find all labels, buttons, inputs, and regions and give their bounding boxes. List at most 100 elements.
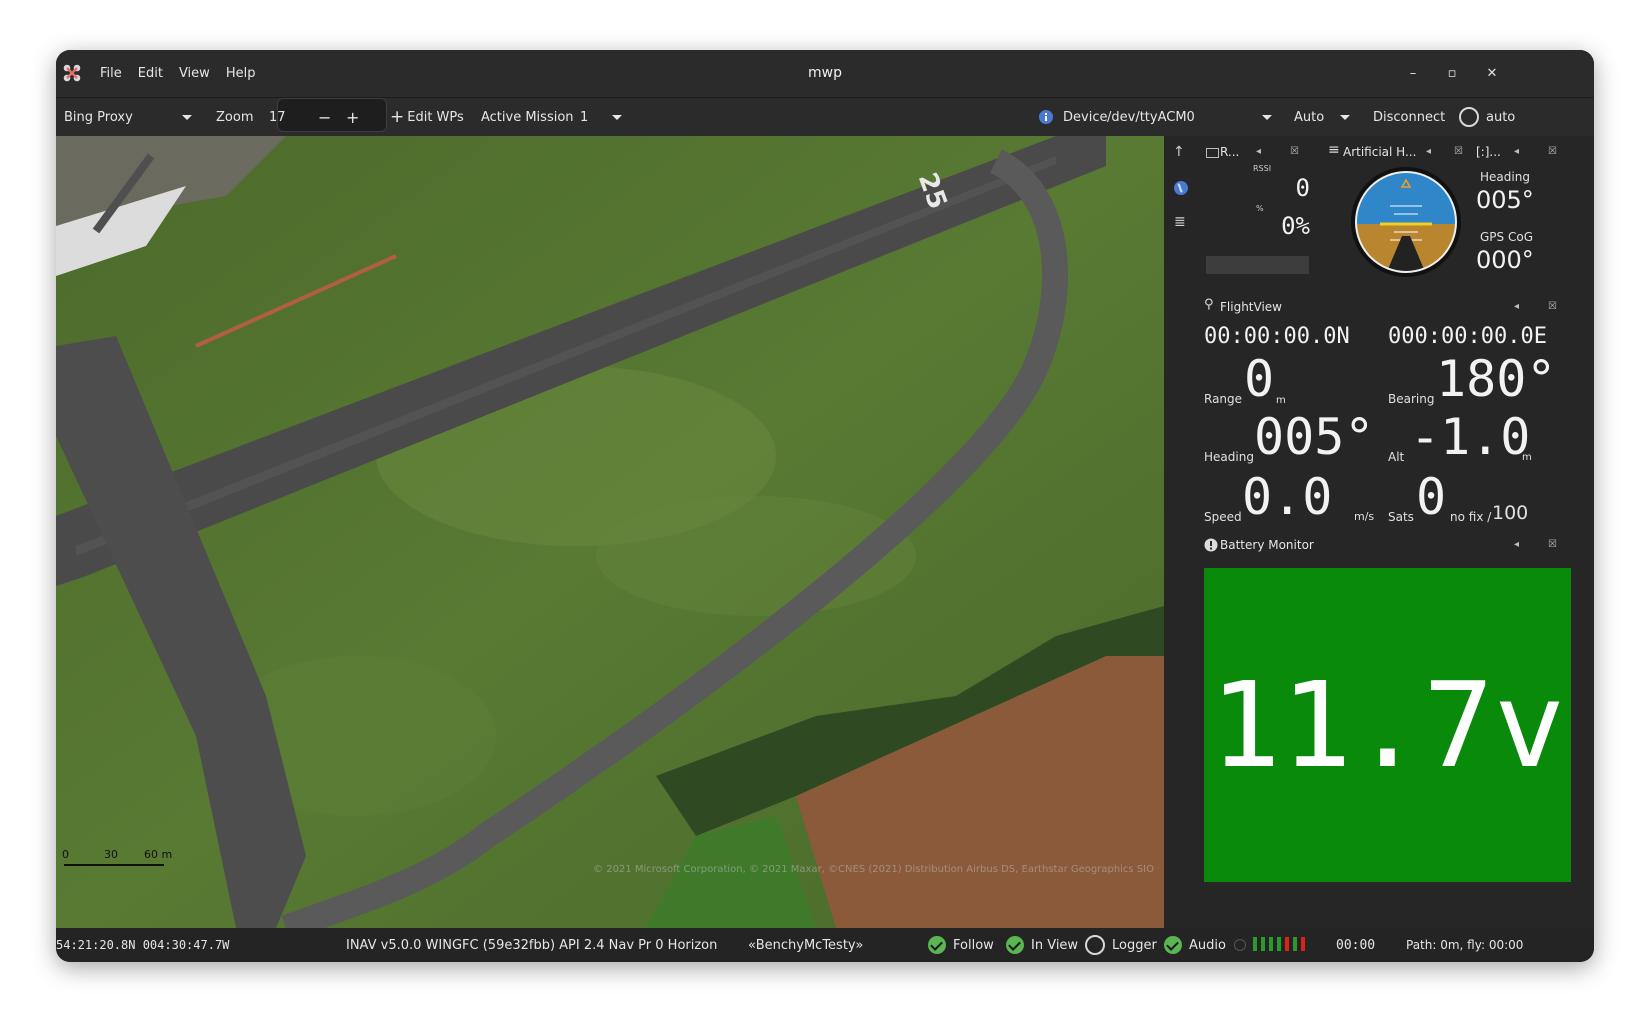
heading-value: 005° — [1476, 186, 1534, 214]
flightview-title: FlightView — [1220, 300, 1282, 314]
radio-icon — [1459, 107, 1479, 127]
checkmark-icon — [1164, 936, 1182, 954]
chevron-down-icon — [182, 114, 192, 120]
radio-status-icon — [1234, 939, 1246, 951]
radio-icon — [1085, 935, 1105, 955]
altitude-label: Alt — [1388, 450, 1405, 464]
map-attribution: © 2021 Microsoft Corporation, © 2021 Max… — [593, 864, 1154, 875]
undock-icon[interactable]: ◂ — [1514, 146, 1519, 157]
dock-panels: R... ◂ ☒ RSSI 0 % 0% ≡ Artificial H... ◂… — [1198, 136, 1594, 928]
title-bar: File Edit View Help mwp – ▫ ✕ — [56, 50, 1594, 98]
heading-label: Heading — [1204, 450, 1254, 464]
close-panel-icon[interactable]: ☒ — [1454, 146, 1463, 157]
menu-edit[interactable]: Edit — [138, 66, 163, 81]
artificial-horizon-panel: ≡ Artificial H... ◂ ☒ — [1328, 136, 1464, 284]
map-view[interactable]: 25 0 30 60 m © 2021 Microsoft Corporatio… — [56, 136, 1164, 928]
audio-label: Audio — [1189, 937, 1226, 953]
zoom-input[interactable]: 17 — [269, 98, 286, 136]
follow-label: Follow — [953, 937, 994, 953]
rssi-value: 0 — [1295, 174, 1310, 202]
arrow-up-icon[interactable]: ↑ — [1173, 144, 1185, 160]
checkmark-icon — [1006, 936, 1024, 954]
ahi-panel-title: Artificial H... — [1343, 145, 1417, 159]
map-scale: 0 30 60 m — [62, 848, 192, 870]
signal-bars — [1253, 937, 1305, 951]
device-dropdown[interactable]: /dev/ttyACM0 — [1107, 98, 1275, 136]
altitude-unit: m — [1522, 452, 1532, 463]
active-mission-label: Active Mission — [481, 109, 574, 125]
undock-icon[interactable]: ◂ — [1514, 539, 1519, 550]
rssi-bar — [1206, 256, 1309, 274]
close-button[interactable]: ✕ — [1479, 61, 1505, 87]
bearing-value: 180° — [1436, 350, 1557, 408]
latitude-value: 00:00:00.0N — [1204, 324, 1350, 349]
speed-label: Speed — [1204, 510, 1242, 524]
direction-panel: [:]... ◂ ☒ Heading 005° GPS CoG 000° — [1470, 136, 1594, 284]
undock-icon[interactable]: ◂ — [1256, 146, 1261, 157]
zoom-out-button[interactable]: − — [318, 98, 331, 136]
speed-value: 0.0 — [1242, 468, 1333, 526]
protocol-value: Auto — [1294, 109, 1325, 125]
active-mission-dropdown[interactable]: 1 — [580, 98, 628, 136]
zoom-spinner — [277, 98, 387, 132]
edit-wps-label: Edit WPs — [407, 109, 464, 125]
protocol-dropdown[interactable]: Auto — [1294, 98, 1354, 136]
rssi-label: RSSI — [1253, 164, 1272, 173]
checkmark-icon — [928, 936, 946, 954]
device-label: Device — [1063, 109, 1108, 125]
menu-view[interactable]: View — [179, 66, 210, 81]
menu-help[interactable]: Help — [226, 66, 256, 81]
percent-label: % — [1256, 204, 1264, 213]
rssi-panel: R... ◂ ☒ RSSI 0 % 0% — [1198, 136, 1322, 284]
logger-label: Logger — [1112, 937, 1157, 953]
undock-icon[interactable]: ◂ — [1426, 146, 1431, 157]
altitude-value: -1.0 — [1410, 408, 1531, 466]
close-panel-icon[interactable]: ☒ — [1548, 539, 1557, 550]
in-view-label: In View — [1031, 937, 1079, 953]
fc-info: INAV v5.0.0 WINGFC (59e32fbb) API 2.4 Na… — [346, 937, 718, 953]
satellite-map — [56, 136, 1164, 928]
close-panel-icon[interactable]: ☒ — [1548, 146, 1557, 157]
rssi-panel-icon — [1206, 148, 1219, 158]
fix-value: 100 — [1492, 502, 1529, 524]
rssi-panel-title: R... — [1220, 145, 1240, 159]
auto-connect-toggle[interactable]: auto — [1459, 98, 1515, 136]
disconnect-button[interactable]: Disconnect — [1373, 98, 1445, 136]
range-label: Range — [1204, 392, 1243, 406]
longitude-value: 000:00:00.0E — [1388, 324, 1547, 349]
audio-toggle[interactable]: Audio — [1164, 928, 1226, 962]
battery-monitor-title: Battery Monitor — [1220, 538, 1314, 552]
menu-bar: File Edit View Help — [100, 50, 271, 97]
app-logo-icon — [63, 64, 81, 82]
menu-file[interactable]: File — [100, 66, 122, 81]
flightview-panel: ⚲ FlightView ◂ ☒ 00:00:00.0N 000:00:00.0… — [1198, 292, 1594, 532]
zoom-label: Zoom — [216, 109, 254, 125]
flight-timer: 00:00 — [1336, 937, 1376, 953]
in-view-toggle[interactable]: In View — [1006, 928, 1078, 962]
sats-value: 0 — [1416, 468, 1447, 526]
fix-status: no fix / — [1450, 510, 1492, 524]
speed-unit: m/s — [1354, 510, 1375, 523]
craft-name: «BenchyMcTesty» — [748, 937, 864, 953]
maximize-button[interactable]: ▫ — [1439, 61, 1465, 87]
logger-toggle[interactable]: Logger — [1085, 928, 1157, 962]
heading-value: 005° — [1254, 408, 1375, 466]
follow-toggle[interactable]: Follow — [928, 928, 994, 962]
zoom-in-button[interactable]: + — [346, 98, 359, 136]
scale-label-30: 30 — [104, 848, 118, 861]
list-icon[interactable]: ≣ — [1174, 214, 1186, 230]
minimize-button[interactable]: – — [1400, 61, 1426, 87]
chevron-down-icon — [1340, 114, 1350, 120]
rssi-percent-value: 0% — [1281, 212, 1310, 240]
close-panel-icon[interactable]: ☒ — [1548, 301, 1557, 312]
heading-label: Heading — [1480, 170, 1530, 184]
warning-icon — [1204, 538, 1218, 552]
undock-icon[interactable]: ◂ — [1514, 301, 1519, 312]
cursor-position: 54:21:20.8N 004:30:47.7W — [56, 938, 230, 952]
range-unit: m — [1276, 395, 1286, 406]
globe-icon[interactable] — [1173, 180, 1189, 196]
plus-icon: + — [390, 107, 405, 127]
map-source-dropdown[interactable]: Bing Proxy — [64, 98, 194, 136]
close-panel-icon[interactable]: ☒ — [1290, 146, 1299, 157]
edit-wps-button[interactable]: + Edit WPs — [390, 98, 464, 136]
